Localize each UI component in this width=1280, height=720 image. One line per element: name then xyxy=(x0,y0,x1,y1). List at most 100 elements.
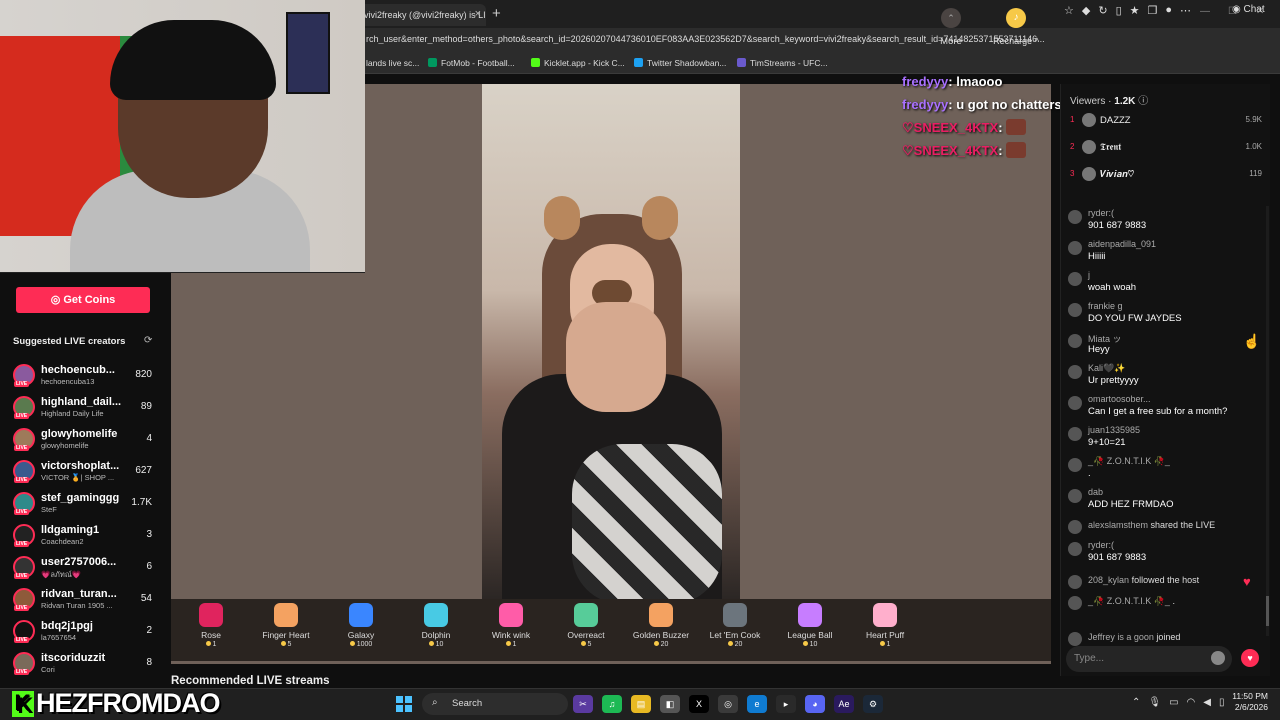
after-effects-icon[interactable]: Ae xyxy=(834,695,854,713)
refresh-icon[interactable]: ↻ xyxy=(1098,4,1107,17)
like-heart-button[interactable]: ♥ xyxy=(1241,649,1259,667)
chat-username[interactable]: omartoosober... xyxy=(1088,394,1151,404)
recharge-button[interactable]: ♪ Recharge ^ xyxy=(989,8,1043,46)
stream-chat-overlay: fredyyy: lmaooo fredyyy: u got no chatte… xyxy=(902,70,1062,162)
chat-input[interactable]: Type... xyxy=(1066,646,1232,672)
creator-item[interactable]: bdq2j1pgjla7657654 2 xyxy=(8,616,164,648)
wifi-icon[interactable]: ◠ xyxy=(1187,697,1196,708)
top-viewer-row[interactable]: 1 DAZZZ 5.9K xyxy=(1066,110,1266,137)
creator-name: hechoencub... xyxy=(41,364,115,376)
creator-item[interactable]: itscoriduzzitCori 8 xyxy=(8,648,164,680)
chrome-icon[interactable]: ◎ xyxy=(718,695,738,713)
microphone-icon[interactable]: 🎙 xyxy=(1148,697,1161,708)
chat-username[interactable]: Jeffrey is a goon xyxy=(1088,632,1154,642)
bookmark-item[interactable]: TimStreams - UFC... xyxy=(737,58,828,68)
wall-poster xyxy=(286,12,330,94)
creator-item[interactable]: victorshoplat...VICTOR 🏅| SHOP ... 627 xyxy=(8,456,164,488)
spotify-icon[interactable]: ♫ xyxy=(602,695,622,713)
copilot-chat-button[interactable]: ◉ Chat xyxy=(1232,4,1265,15)
overlay-username: SNEEX_4KTX xyxy=(913,143,999,158)
creator-avatar xyxy=(13,588,35,611)
live-video[interactable] xyxy=(482,84,740,600)
volume-icon[interactable]: ◀ xyxy=(1203,697,1211,708)
gift-item[interactable]: Let 'Em Cook 20 xyxy=(697,603,773,648)
store-icon[interactable]: ◧ xyxy=(660,695,680,713)
top-viewer-row[interactable]: 2 𝕿𝖗𝖊𝖓𝖙 1.0K xyxy=(1066,137,1266,164)
profile-avatar[interactable]: ● xyxy=(1165,4,1172,17)
menu-icon[interactable]: ⋯ xyxy=(1180,4,1191,17)
terminal-icon[interactable]: ▸ xyxy=(776,695,796,713)
steam-icon[interactable]: ⚙ xyxy=(863,695,883,713)
more-gifts-button[interactable]: ⌃ More xyxy=(929,8,973,47)
gift-name: Galaxy xyxy=(347,630,375,640)
gift-item[interactable]: Dolphin 10 xyxy=(398,603,474,648)
battery-icon[interactable]: ▯ xyxy=(1219,697,1225,708)
chat-scrollbar[interactable] xyxy=(1266,206,1269,636)
gift-item[interactable]: League Ball 10 xyxy=(772,603,848,648)
edge-icon[interactable]: e xyxy=(747,695,767,713)
creator-item[interactable]: ridvan_turan...Ridvan Turan 1905 ... 54 xyxy=(8,584,164,616)
chat-username[interactable]: 208_kylan xyxy=(1088,575,1129,585)
taskbar-clock[interactable]: 11:50 PM 2/6/2026 xyxy=(1228,691,1268,713)
chat-username[interactable]: ryder:( xyxy=(1088,208,1114,218)
gift-item[interactable]: Finger Heart 5 xyxy=(248,603,324,648)
chat-username[interactable]: j xyxy=(1088,270,1090,280)
chat-username[interactable]: aidenpadilla_091 xyxy=(1088,239,1156,249)
extension-icon[interactable]: ◆ xyxy=(1082,4,1090,17)
minimize-icon[interactable]: — xyxy=(1200,6,1210,17)
heart-icon: ♡ xyxy=(902,120,914,135)
close-tab-icon[interactable]: × xyxy=(475,8,481,20)
bookmark-item[interactable]: FotMob - Football... xyxy=(428,58,515,68)
creator-name: glowyhomelife xyxy=(41,428,118,440)
creator-item[interactable]: stef_gamingggSteF 1.7K xyxy=(8,488,164,520)
split-screen-icon[interactable]: ▯ xyxy=(1116,4,1122,17)
refresh-icon[interactable]: ⟳ xyxy=(144,335,152,346)
viewers-header[interactable]: Viewers · 1.2K ⓘ xyxy=(1070,92,1148,107)
gift-item[interactable]: Wink wink 1 xyxy=(473,603,549,648)
chevron-up-icon[interactable]: ⌃ xyxy=(1132,697,1140,708)
windows-start-icon[interactable] xyxy=(396,696,412,712)
chat-username[interactable]: _🥀 Z.O.N.T.I.K 🥀_ xyxy=(1088,596,1170,606)
chat-username[interactable]: juan1335985 xyxy=(1088,425,1140,435)
file-explorer-icon[interactable]: ▤ xyxy=(631,695,651,713)
bookmark-item[interactable]: lands live sc... xyxy=(366,58,419,68)
chat-username[interactable]: alexslamsthem xyxy=(1088,520,1148,530)
bookmark-label: FotMob - Football... xyxy=(441,58,515,68)
scrollbar-thumb[interactable] xyxy=(1266,596,1269,626)
creator-item[interactable]: glowyhomelifeglowyhomelife 4 xyxy=(8,424,164,456)
bookmark-item[interactable]: Twitter Shadowban... xyxy=(634,58,726,68)
x-icon[interactable]: X xyxy=(689,695,709,713)
gift-item[interactable]: Overreact 5 xyxy=(548,603,624,648)
get-coins-button[interactable]: ◎ Get Coins xyxy=(16,287,150,313)
gift-item[interactable]: Rose 1 xyxy=(173,603,249,648)
avatar xyxy=(1068,396,1082,410)
gift-item[interactable]: Golden Buzzer 20 xyxy=(623,603,699,648)
creator-item[interactable]: hechoencub...hechoencuba13 820 xyxy=(8,360,164,392)
browser-tab[interactable]: vivi2freaky (@vivi2freaky) is LI × xyxy=(358,4,486,26)
taskbar-search[interactable]: ⌕ Search xyxy=(422,693,568,715)
top-viewer-row[interactable]: 3 𝑽𝒊𝒗𝒊𝒂𝒏♡ 119 xyxy=(1066,164,1266,191)
bookmark-star-icon[interactable]: ☆ xyxy=(1064,4,1074,17)
gift-item[interactable]: Heart Puff 1 xyxy=(847,603,923,648)
emoji-icon[interactable] xyxy=(1211,651,1225,665)
bookmark-item[interactable]: Kicklet.app - Kick C... xyxy=(531,58,625,68)
creator-item[interactable]: lldgaming1Coachdean2 3 xyxy=(8,520,164,552)
creator-item[interactable]: highland_dail...Highland Daily Life 89 xyxy=(8,392,164,424)
chat-username[interactable]: Kali🖤✨ xyxy=(1088,363,1125,374)
discord-icon[interactable]: ◕ xyxy=(805,695,825,713)
coin-icon: ♪ xyxy=(1006,8,1026,28)
collections-icon[interactable]: ❐ xyxy=(1148,4,1158,17)
snipping-tool-icon[interactable]: ✂ xyxy=(573,695,593,713)
favorites-icon[interactable]: ★ xyxy=(1130,4,1140,17)
chat-username[interactable]: _🥀 Z.O.N.T.I.K 🥀_ xyxy=(1088,456,1170,467)
chat-username[interactable]: dab xyxy=(1088,487,1103,497)
streamer-brand-overlay: K HEZFROMDAO xyxy=(12,688,220,719)
gift-item[interactable]: Galaxy 1000 xyxy=(323,603,399,648)
new-tab-button[interactable]: + xyxy=(492,5,501,22)
info-icon[interactable]: ⓘ xyxy=(1138,96,1148,107)
chat-username[interactable]: ryder:( xyxy=(1088,540,1114,550)
creator-item[interactable]: user2757006... 💗ลภัทณ์💗 6 xyxy=(8,552,164,584)
display-icon[interactable]: ▭ xyxy=(1169,697,1178,708)
chat-username[interactable]: frankie g xyxy=(1088,301,1123,311)
viewer-score: 1.0K xyxy=(1245,142,1262,151)
